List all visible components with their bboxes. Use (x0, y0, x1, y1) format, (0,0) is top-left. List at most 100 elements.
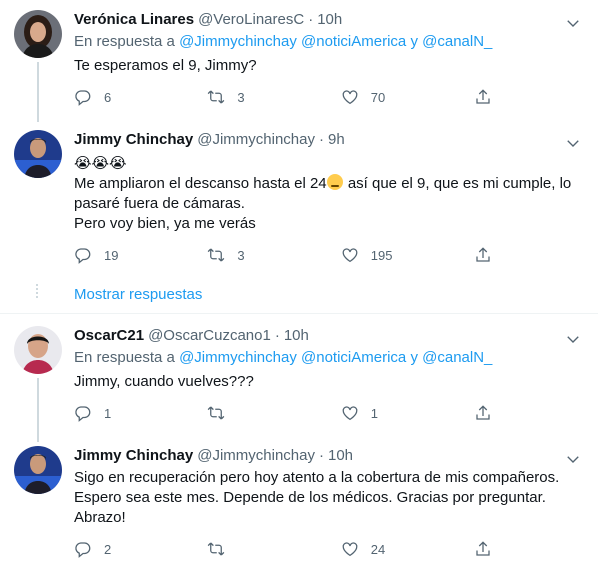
chevron-down-icon[interactable] (564, 450, 582, 468)
reply-count: 6 (104, 89, 112, 105)
like-count: 24 (370, 541, 386, 557)
mention-link[interactable]: @canalN_ (422, 33, 492, 50)
reply-icon (74, 540, 92, 558)
reply-icon (74, 88, 92, 106)
share-icon (474, 540, 492, 558)
tweet[interactable]: Jimmy Chinchay @Jimmychinchay · 10h Sigo… (0, 446, 598, 574)
like-count: 1 (370, 405, 379, 421)
like-button[interactable]: 70 (341, 88, 474, 106)
share-button[interactable] (474, 88, 514, 106)
reply-button[interactable]: 6 (74, 88, 207, 106)
retweet-icon (207, 88, 225, 106)
thread-ellipsis (36, 284, 38, 300)
tweet-text-line: Sigo en recuperación pero hoy atento a l… (74, 469, 560, 486)
divider (0, 313, 598, 314)
share-button[interactable] (474, 540, 514, 558)
reply-and: y (410, 349, 418, 366)
timestamp[interactable]: 10h (284, 326, 309, 346)
retweet-icon (207, 540, 225, 558)
like-button[interactable]: 24 (341, 540, 474, 558)
tweet-text-line: Jimmy, cuando vuelves??? (74, 373, 254, 390)
show-replies-link[interactable]: Mostrar respuestas (74, 285, 202, 305)
display-name[interactable]: Jimmy Chinchay (74, 446, 193, 466)
user-handle[interactable]: @OscarCuzcano1 (148, 326, 271, 346)
avatar[interactable] (14, 130, 62, 178)
tweet-text-fragment: Me ampliaron el descanso hasta el 24 (74, 175, 327, 192)
tweet-thread: Verónica Linares @VeroLinaresC · 10h En … (0, 0, 598, 575)
reply-icon (74, 404, 92, 422)
heart-icon (341, 404, 359, 422)
like-count: 70 (370, 89, 386, 105)
mention-link[interactable]: @noticiAmerica (301, 33, 406, 50)
tweet[interactable]: Verónica Linares @VeroLinaresC · 10h En … (0, 10, 598, 122)
avatar[interactable] (14, 10, 62, 58)
tweet-actions: 2 24 (74, 540, 514, 558)
reply-and: y (410, 33, 418, 50)
tweet-text: Sigo en recuperación pero hoy atento a l… (74, 468, 584, 528)
timestamp[interactable]: 10h (317, 10, 342, 30)
chevron-down-icon[interactable] (564, 134, 582, 152)
reply-context: En respuesta a @Jimmychinchay @noticiAme… (74, 348, 584, 368)
heart-icon (341, 88, 359, 106)
chevron-down-icon[interactable] (564, 330, 582, 348)
share-icon (474, 404, 492, 422)
tweet-text-fragment: así que el 9, que es mi cumple, lo (343, 175, 572, 192)
like-count: 195 (370, 247, 393, 263)
reply-button[interactable]: 19 (74, 246, 207, 264)
retweet-button[interactable] (207, 540, 340, 558)
reply-count: 19 (104, 247, 119, 263)
tweet[interactable]: OscarC21 @OscarCuzcano1 · 10h En respues… (0, 326, 598, 442)
separator-dot: · (318, 447, 324, 464)
tweet-actions: 1 1 (74, 404, 514, 422)
retweet-button[interactable]: 3 (207, 246, 340, 264)
tweet-text-line: Espero sea este mes. Depende de los médi… (74, 489, 546, 506)
reply-count: 1 (104, 405, 112, 421)
pensive-face-icon (326, 174, 343, 190)
emoji-line: 😭😭😭 (74, 155, 127, 172)
tweet-text-line: Pero voy bien, ya me verás (74, 215, 256, 232)
retweet-count: 3 (237, 247, 245, 263)
reply-context: En respuesta a @Jimmychinchay @noticiAme… (74, 32, 584, 52)
display-name[interactable]: OscarC21 (74, 326, 144, 346)
avatar[interactable] (14, 446, 62, 494)
heart-icon (341, 246, 359, 264)
retweet-count: 3 (237, 89, 245, 105)
reply-icon (74, 246, 92, 264)
tweet[interactable]: Jimmy Chinchay @Jimmychinchay · 9h 😭😭😭 M… (0, 130, 598, 280)
mention-link[interactable]: @Jimmychinchay (179, 33, 297, 50)
mention-link[interactable]: @noticiAmerica (301, 349, 406, 366)
mention-link[interactable]: @Jimmychinchay (179, 349, 297, 366)
user-handle[interactable]: @VeroLinaresC (198, 10, 304, 30)
display-name[interactable]: Jimmy Chinchay (74, 130, 193, 150)
retweet-button[interactable]: 3 (207, 88, 340, 106)
mention-link[interactable]: @canalN_ (422, 349, 492, 366)
user-handle[interactable]: @Jimmychinchay (197, 130, 315, 150)
user-handle[interactable]: @Jimmychinchay (197, 446, 315, 466)
retweet-button[interactable] (207, 404, 340, 422)
tweet-text-line: Te esperamos el 9, Jimmy? (74, 57, 257, 74)
chevron-down-icon[interactable] (564, 14, 582, 32)
avatar[interactable] (14, 326, 62, 374)
display-name[interactable]: Verónica Linares (74, 10, 194, 30)
separator-dot: · (274, 327, 280, 344)
retweet-icon (207, 246, 225, 264)
like-button[interactable]: 195 (341, 246, 474, 264)
share-button[interactable] (474, 404, 514, 422)
tweet-actions: 6 3 70 (74, 88, 514, 106)
tweet-text-line: Me ampliaron el descanso hasta el 24 así… (74, 174, 584, 194)
timestamp[interactable]: 9h (328, 130, 345, 150)
share-button[interactable] (474, 246, 514, 264)
reply-button[interactable]: 1 (74, 404, 207, 422)
share-icon (474, 88, 492, 106)
retweet-icon (207, 404, 225, 422)
tweet-text: Te esperamos el 9, Jimmy? (74, 56, 584, 76)
thread-line (37, 62, 39, 122)
like-button[interactable]: 1 (341, 404, 474, 422)
share-icon (474, 246, 492, 264)
reply-count: 2 (104, 541, 112, 557)
thread-line (37, 378, 39, 442)
reply-prefix: En respuesta a (74, 33, 175, 50)
tweet-text-line: pasaré fuera de cámaras. (74, 195, 245, 212)
reply-button[interactable]: 2 (74, 540, 207, 558)
timestamp[interactable]: 10h (328, 446, 353, 466)
